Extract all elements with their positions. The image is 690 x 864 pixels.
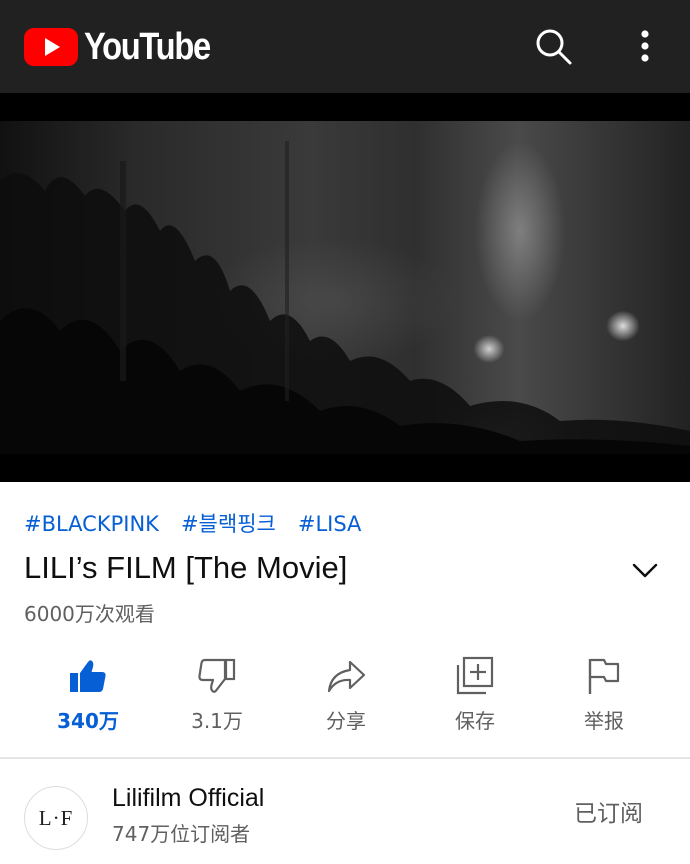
hashtag-link[interactable]: #LISA bbox=[298, 510, 362, 538]
top-app-bar: YouTube bbox=[0, 0, 690, 93]
flag-icon bbox=[588, 658, 620, 694]
dislike-button[interactable]: 3.1万 bbox=[152, 650, 282, 742]
channel-name[interactable]: Lilifilm Official bbox=[112, 781, 264, 815]
hashtag-link[interactable]: #BLACKPINK bbox=[24, 510, 159, 538]
video-title[interactable]: LILI’s FILM [The Movie] bbox=[24, 548, 604, 588]
report-label: 举报 bbox=[584, 709, 624, 733]
add-to-playlist-icon bbox=[456, 656, 494, 695]
like-button[interactable]: 340万 bbox=[23, 650, 153, 742]
share-button[interactable]: 分享 bbox=[281, 650, 411, 742]
chevron-down-icon[interactable] bbox=[628, 553, 662, 587]
share-icon bbox=[327, 660, 366, 693]
search-icon[interactable] bbox=[533, 26, 573, 66]
action-bar: 340万 3.1万 分享 保存 举报 bbox=[23, 650, 669, 742]
save-label: 保存 bbox=[455, 709, 495, 733]
avatar-logo-text: L·F bbox=[38, 805, 74, 830]
youtube-logo[interactable]: YouTube bbox=[24, 27, 230, 67]
logo-wordmark: YouTube bbox=[84, 26, 211, 68]
subscriber-count: 747万位订阅者 bbox=[112, 822, 251, 846]
share-label: 分享 bbox=[326, 709, 366, 733]
video-frame[interactable] bbox=[0, 121, 690, 454]
divider bbox=[0, 757, 690, 759]
more-vert-icon[interactable] bbox=[625, 26, 665, 66]
save-button[interactable]: 保存 bbox=[410, 650, 540, 742]
channel-avatar[interactable]: L·F bbox=[24, 786, 88, 850]
thumbs-up-icon bbox=[70, 660, 106, 692]
view-count: 6000万次观看 bbox=[24, 602, 155, 626]
watch-page: YouTube #BLACKPINK #블랙핑크 #LISA LILI’s FI… bbox=[0, 0, 690, 864]
video-player[interactable] bbox=[0, 93, 690, 482]
report-button[interactable]: 举报 bbox=[539, 650, 669, 742]
play-logo-icon bbox=[24, 28, 78, 66]
like-count: 340万 bbox=[57, 709, 119, 733]
subscribed-button[interactable]: 已订阅 bbox=[574, 798, 643, 830]
video-foliage-silhouette bbox=[0, 141, 690, 454]
thumbs-down-icon bbox=[198, 658, 236, 693]
dislike-count: 3.1万 bbox=[191, 709, 243, 733]
hashtag-row: #BLACKPINK #블랙핑크 #LISA bbox=[24, 510, 361, 538]
hashtag-link[interactable]: #블랙핑크 bbox=[181, 510, 276, 538]
